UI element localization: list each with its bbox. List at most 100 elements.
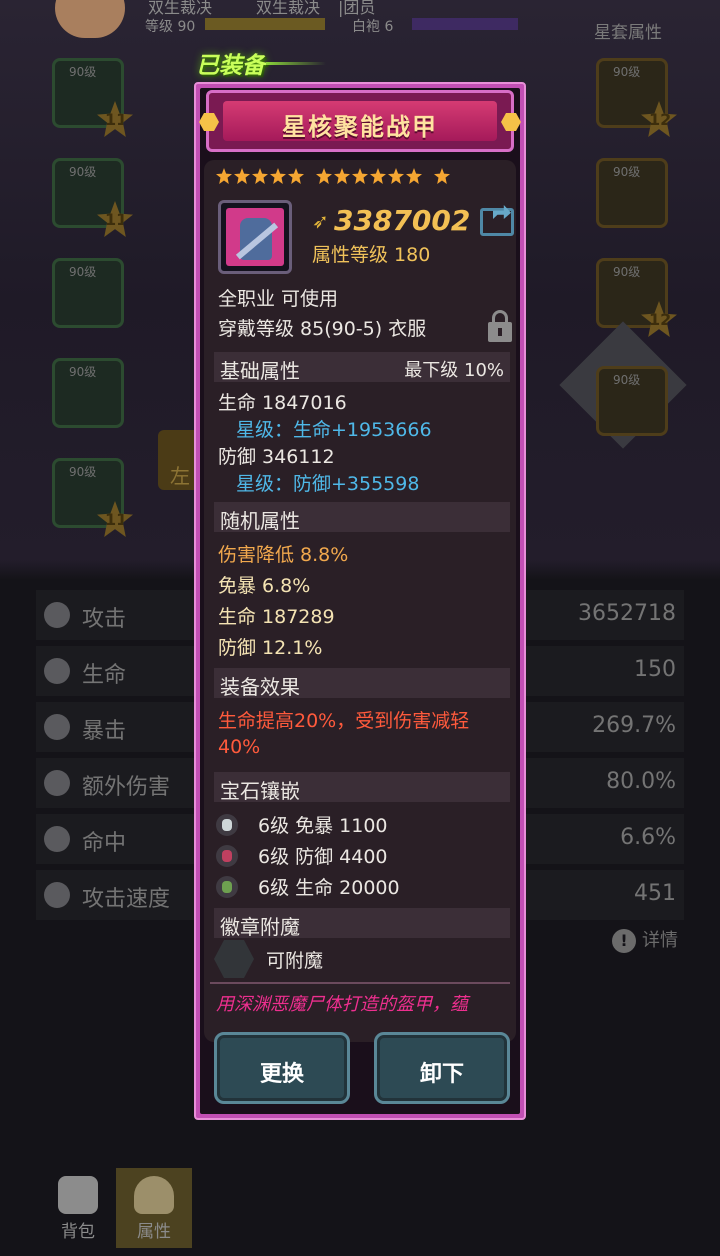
gem-line: 6级 免暴 1100 — [258, 815, 388, 837]
share-icon[interactable] — [480, 208, 514, 236]
random-attr: 生命 187289 — [218, 606, 335, 628]
equip-slot[interactable]: 90级 12 — [596, 258, 677, 337]
star-badge-icon: 11 — [97, 501, 133, 537]
stat-value: 451 — [634, 881, 676, 906]
star-badge-icon: 12 — [641, 101, 677, 137]
stat-name: 命中 — [82, 831, 127, 856]
star-rating — [216, 168, 452, 186]
slot-level: 90级 — [69, 165, 97, 179]
section-gems: 宝石镶嵌 — [214, 772, 510, 803]
stat-value: 6.6% — [620, 825, 676, 850]
slot-level: 90级 — [69, 365, 97, 379]
info-icon: ! — [612, 929, 636, 953]
base-hp-star: 星级：生命+1953666 — [236, 419, 432, 441]
gem-line: 6级 生命 20000 — [258, 877, 400, 899]
equip-slot[interactable]: 90级 11 — [52, 58, 133, 137]
equip-slot[interactable]: 90级 — [52, 358, 124, 428]
power-arrow-icon: ➶ — [312, 209, 329, 233]
stat-name: 攻击速度 — [82, 887, 171, 912]
tab-attributes[interactable]: 属性 — [116, 1168, 192, 1248]
star-badge-count: 12 — [649, 110, 672, 129]
badge-status: 可附魔 — [266, 950, 324, 972]
tab-bag[interactable]: 背包 — [40, 1168, 116, 1248]
section-base-attributes: 基础属性 最下级 10% — [214, 352, 510, 383]
equip-slot[interactable]: 90级 11 — [52, 158, 133, 237]
random-attr: 伤害降低 8.8% — [218, 544, 349, 566]
lock-keyhole — [498, 328, 502, 336]
effect-text: 生命提高20%，受到伤害减轻 — [218, 710, 470, 732]
target-icon — [44, 826, 70, 852]
star-badge-count: 11 — [105, 510, 128, 529]
random-attr: 免暴 6.8% — [218, 575, 311, 597]
star-icon — [288, 168, 304, 184]
gem-icon — [216, 876, 238, 898]
attribute-level: 属性等级 180 — [312, 244, 431, 266]
replace-button-label: 更换 — [259, 1062, 304, 1087]
unequip-button[interactable]: 卸下 — [374, 1032, 510, 1104]
rank-label: 白袍 6 — [352, 19, 394, 35]
star-icon — [252, 168, 268, 184]
star-icon — [316, 168, 332, 184]
wear-level: 穿戴等级 85(90-5) 衣服 — [218, 318, 427, 340]
equip-slot[interactable]: 90级 — [596, 158, 668, 228]
section-title: 随机属性 — [220, 509, 300, 533]
replace-button[interactable]: 更换 — [214, 1032, 350, 1104]
stat-value: 3652718 — [578, 601, 676, 626]
item-icon-bg — [226, 208, 284, 266]
equip-slot[interactable]: 90级 — [596, 366, 668, 436]
equipped-tag: 已装备 — [196, 46, 326, 80]
equip-slot[interactable]: 90级 — [52, 258, 124, 328]
power-value: 3387002 — [334, 204, 471, 237]
section-equip-effect: 装备效果 — [214, 668, 510, 699]
player-avatar[interactable] — [55, 0, 125, 38]
gem-line: 6级 防御 4400 — [258, 846, 388, 868]
slot-level: 90级 — [613, 265, 641, 279]
flavor-text: 用深渊恶魔尸体打造的盔甲，蕴 — [216, 994, 468, 1015]
slot-level: 90级 — [613, 373, 641, 387]
base-def-star: 星级：防御+355598 — [236, 473, 420, 495]
player-header: 双生裁决 双生裁决 |团员 等级 90 白袍 6 星套属性 — [0, 0, 720, 44]
damage-icon — [44, 770, 70, 796]
star-icon — [352, 168, 368, 184]
crit-icon — [44, 714, 70, 740]
item-detail-popup: 星核聚能战甲 ➶ 3387002 属性等级 180 全职业 可使用 穿戴等级 8… — [194, 82, 526, 1120]
equip-slot[interactable]: 90级 11 — [52, 458, 133, 537]
star-icon — [334, 168, 350, 184]
tab-attributes-label: 属性 — [137, 1222, 171, 1242]
speed-icon — [44, 882, 70, 908]
gem-icon — [216, 845, 238, 867]
slot-level: 90级 — [613, 65, 641, 79]
item-info-panel: ➶ 3387002 属性等级 180 全职业 可使用 穿戴等级 85(90-5)… — [204, 160, 516, 1042]
star-icon — [216, 168, 232, 184]
section-title: 装备效果 — [220, 675, 300, 699]
star-icon — [234, 168, 250, 184]
set-attr-button[interactable]: 星套属性 — [594, 18, 662, 43]
player-title: 双生裁决 — [256, 0, 321, 17]
section-badge-enchant: 徽章附魔 — [214, 908, 510, 939]
title-banner: 星核聚能战甲 — [199, 90, 521, 152]
slot-level: 90级 — [69, 65, 97, 79]
star-badge-icon: 12 — [641, 301, 677, 337]
person-icon — [134, 1176, 174, 1214]
stat-name: 额外伤害 — [82, 775, 171, 800]
detail-button[interactable]: ! 详情 — [612, 926, 678, 953]
sword-icon — [44, 602, 70, 628]
star-badge-icon: 11 — [97, 101, 133, 137]
unequip-button-label: 卸下 — [419, 1062, 464, 1087]
stat-value: 150 — [634, 657, 676, 682]
heart-icon — [44, 658, 70, 684]
star-badge-count: 11 — [105, 110, 128, 129]
section-random-attributes: 随机属性 — [214, 502, 510, 533]
slot-level: 90级 — [69, 265, 97, 279]
base-grade: 最下级 10% — [404, 360, 504, 381]
star-icon — [370, 168, 386, 184]
star-badge-icon: 11 — [97, 201, 133, 237]
badge-slot[interactable] — [214, 940, 254, 978]
base-hp: 生命 1847016 — [218, 392, 347, 414]
equip-slot[interactable]: 90级 12 — [596, 58, 677, 137]
level-bar — [205, 18, 325, 30]
stat-name: 暴击 — [82, 719, 127, 744]
lock-icon[interactable] — [488, 310, 512, 342]
star-badge-count: 12 — [649, 310, 672, 329]
rank-bar — [412, 18, 518, 30]
